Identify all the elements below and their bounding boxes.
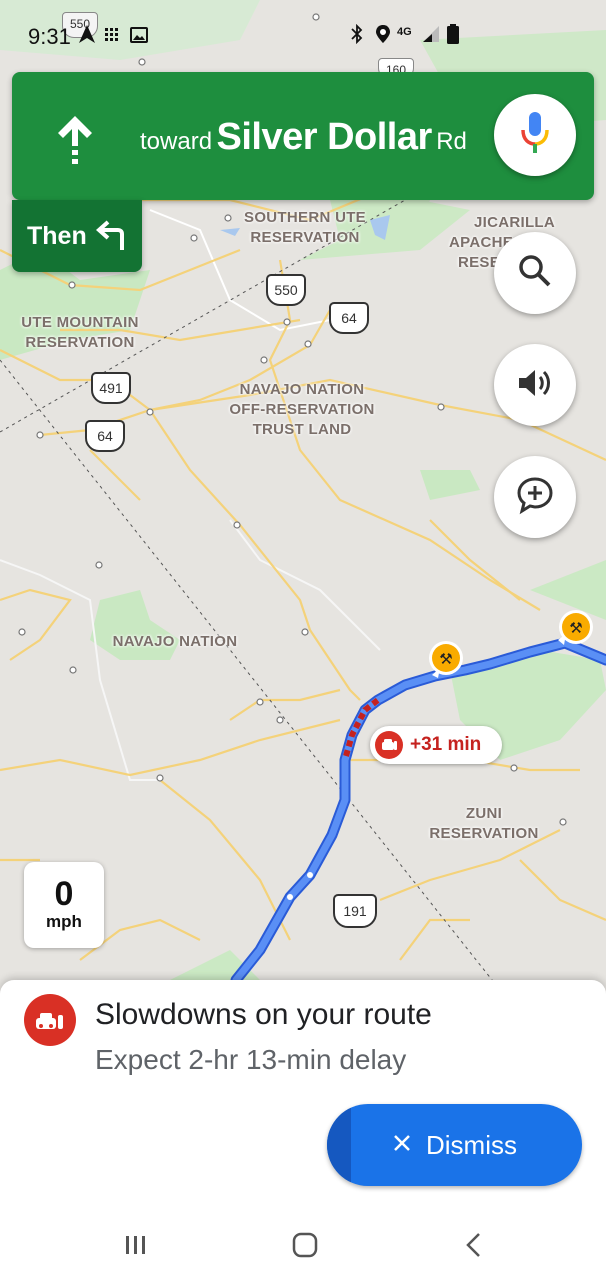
then-label: Then (27, 222, 87, 250)
delay-text: +31 min (410, 734, 482, 755)
alert-title: Slowdowns on your route (95, 998, 432, 1031)
route-shield-491: 491 (91, 372, 131, 404)
delay-chip[interactable]: +31 min (370, 726, 502, 764)
countdown-progress (327, 1104, 351, 1186)
speed-value: 0 (54, 875, 74, 913)
recent-apps-icon[interactable] (124, 1234, 148, 1261)
search-icon (517, 253, 553, 294)
route-shield-64: 64 (85, 420, 125, 452)
map-label-southern-ute: SOUTHERN UTE RESERVATION (244, 209, 366, 246)
location-icon (375, 24, 391, 51)
svg-text:⚒: ⚒ (569, 619, 582, 637)
route-shield-550: 550 (266, 274, 306, 306)
close-icon (392, 1133, 412, 1158)
status-time: 9:31 (28, 24, 71, 49)
street-suffix: Rd (436, 128, 467, 155)
svg-text:⚒: ⚒ (439, 650, 452, 668)
map-label-zuni: ZUNI RESERVATION (429, 805, 539, 842)
map-label-navajo-nation: NAVAJO NATION (112, 633, 238, 650)
voice-search-button[interactable] (494, 94, 576, 176)
add-report-icon (515, 475, 555, 520)
street-instruction: toward Silver Dollar Rd (140, 116, 467, 159)
signal-icon (422, 24, 440, 50)
bluetooth-icon (350, 23, 364, 51)
dismiss-label: Dismiss (426, 1129, 517, 1160)
arrow-up-icon (56, 114, 94, 171)
sound-button[interactable] (494, 344, 576, 426)
car-slowdown-icon (375, 731, 403, 759)
image-icon (130, 24, 148, 50)
turn-left-icon (94, 220, 128, 257)
status-bar: 9:31 4G (0, 0, 606, 70)
microphone-icon (520, 110, 550, 161)
speed-unit: mph (46, 912, 82, 931)
dismiss-button[interactable]: Dismiss (327, 1104, 582, 1186)
system-nav-bar (0, 1200, 606, 1280)
map-label-navajo-off-reservation: NAVAJO NATION OFF-RESERVATION TRUST LAND (229, 381, 375, 438)
battery-icon (447, 24, 459, 51)
grid-icon (104, 24, 120, 50)
back-icon[interactable] (464, 1232, 484, 1263)
volume-icon (516, 366, 554, 405)
street-name: Silver Dollar (216, 116, 433, 158)
search-button[interactable] (494, 232, 576, 314)
route-shield-191: 191 (333, 894, 377, 928)
home-icon[interactable] (292, 1232, 318, 1263)
toward-prefix: toward (140, 128, 213, 155)
route-shield-64: 64 (329, 302, 369, 334)
map-label-ute-mountain: UTE MOUNTAIN RESERVATION (21, 314, 139, 351)
alert-subtitle: Expect 2-hr 13-min delay (95, 1044, 407, 1075)
add-report-button[interactable] (494, 456, 576, 538)
speedometer: 0 mph (24, 862, 104, 948)
network-type: 4G (397, 26, 412, 38)
navigation-icon (78, 24, 96, 51)
car-slowdown-icon (24, 994, 76, 1046)
navigation-banner[interactable]: toward Silver Dollar Rd (12, 72, 594, 200)
then-instruction[interactable]: Then (12, 200, 142, 272)
